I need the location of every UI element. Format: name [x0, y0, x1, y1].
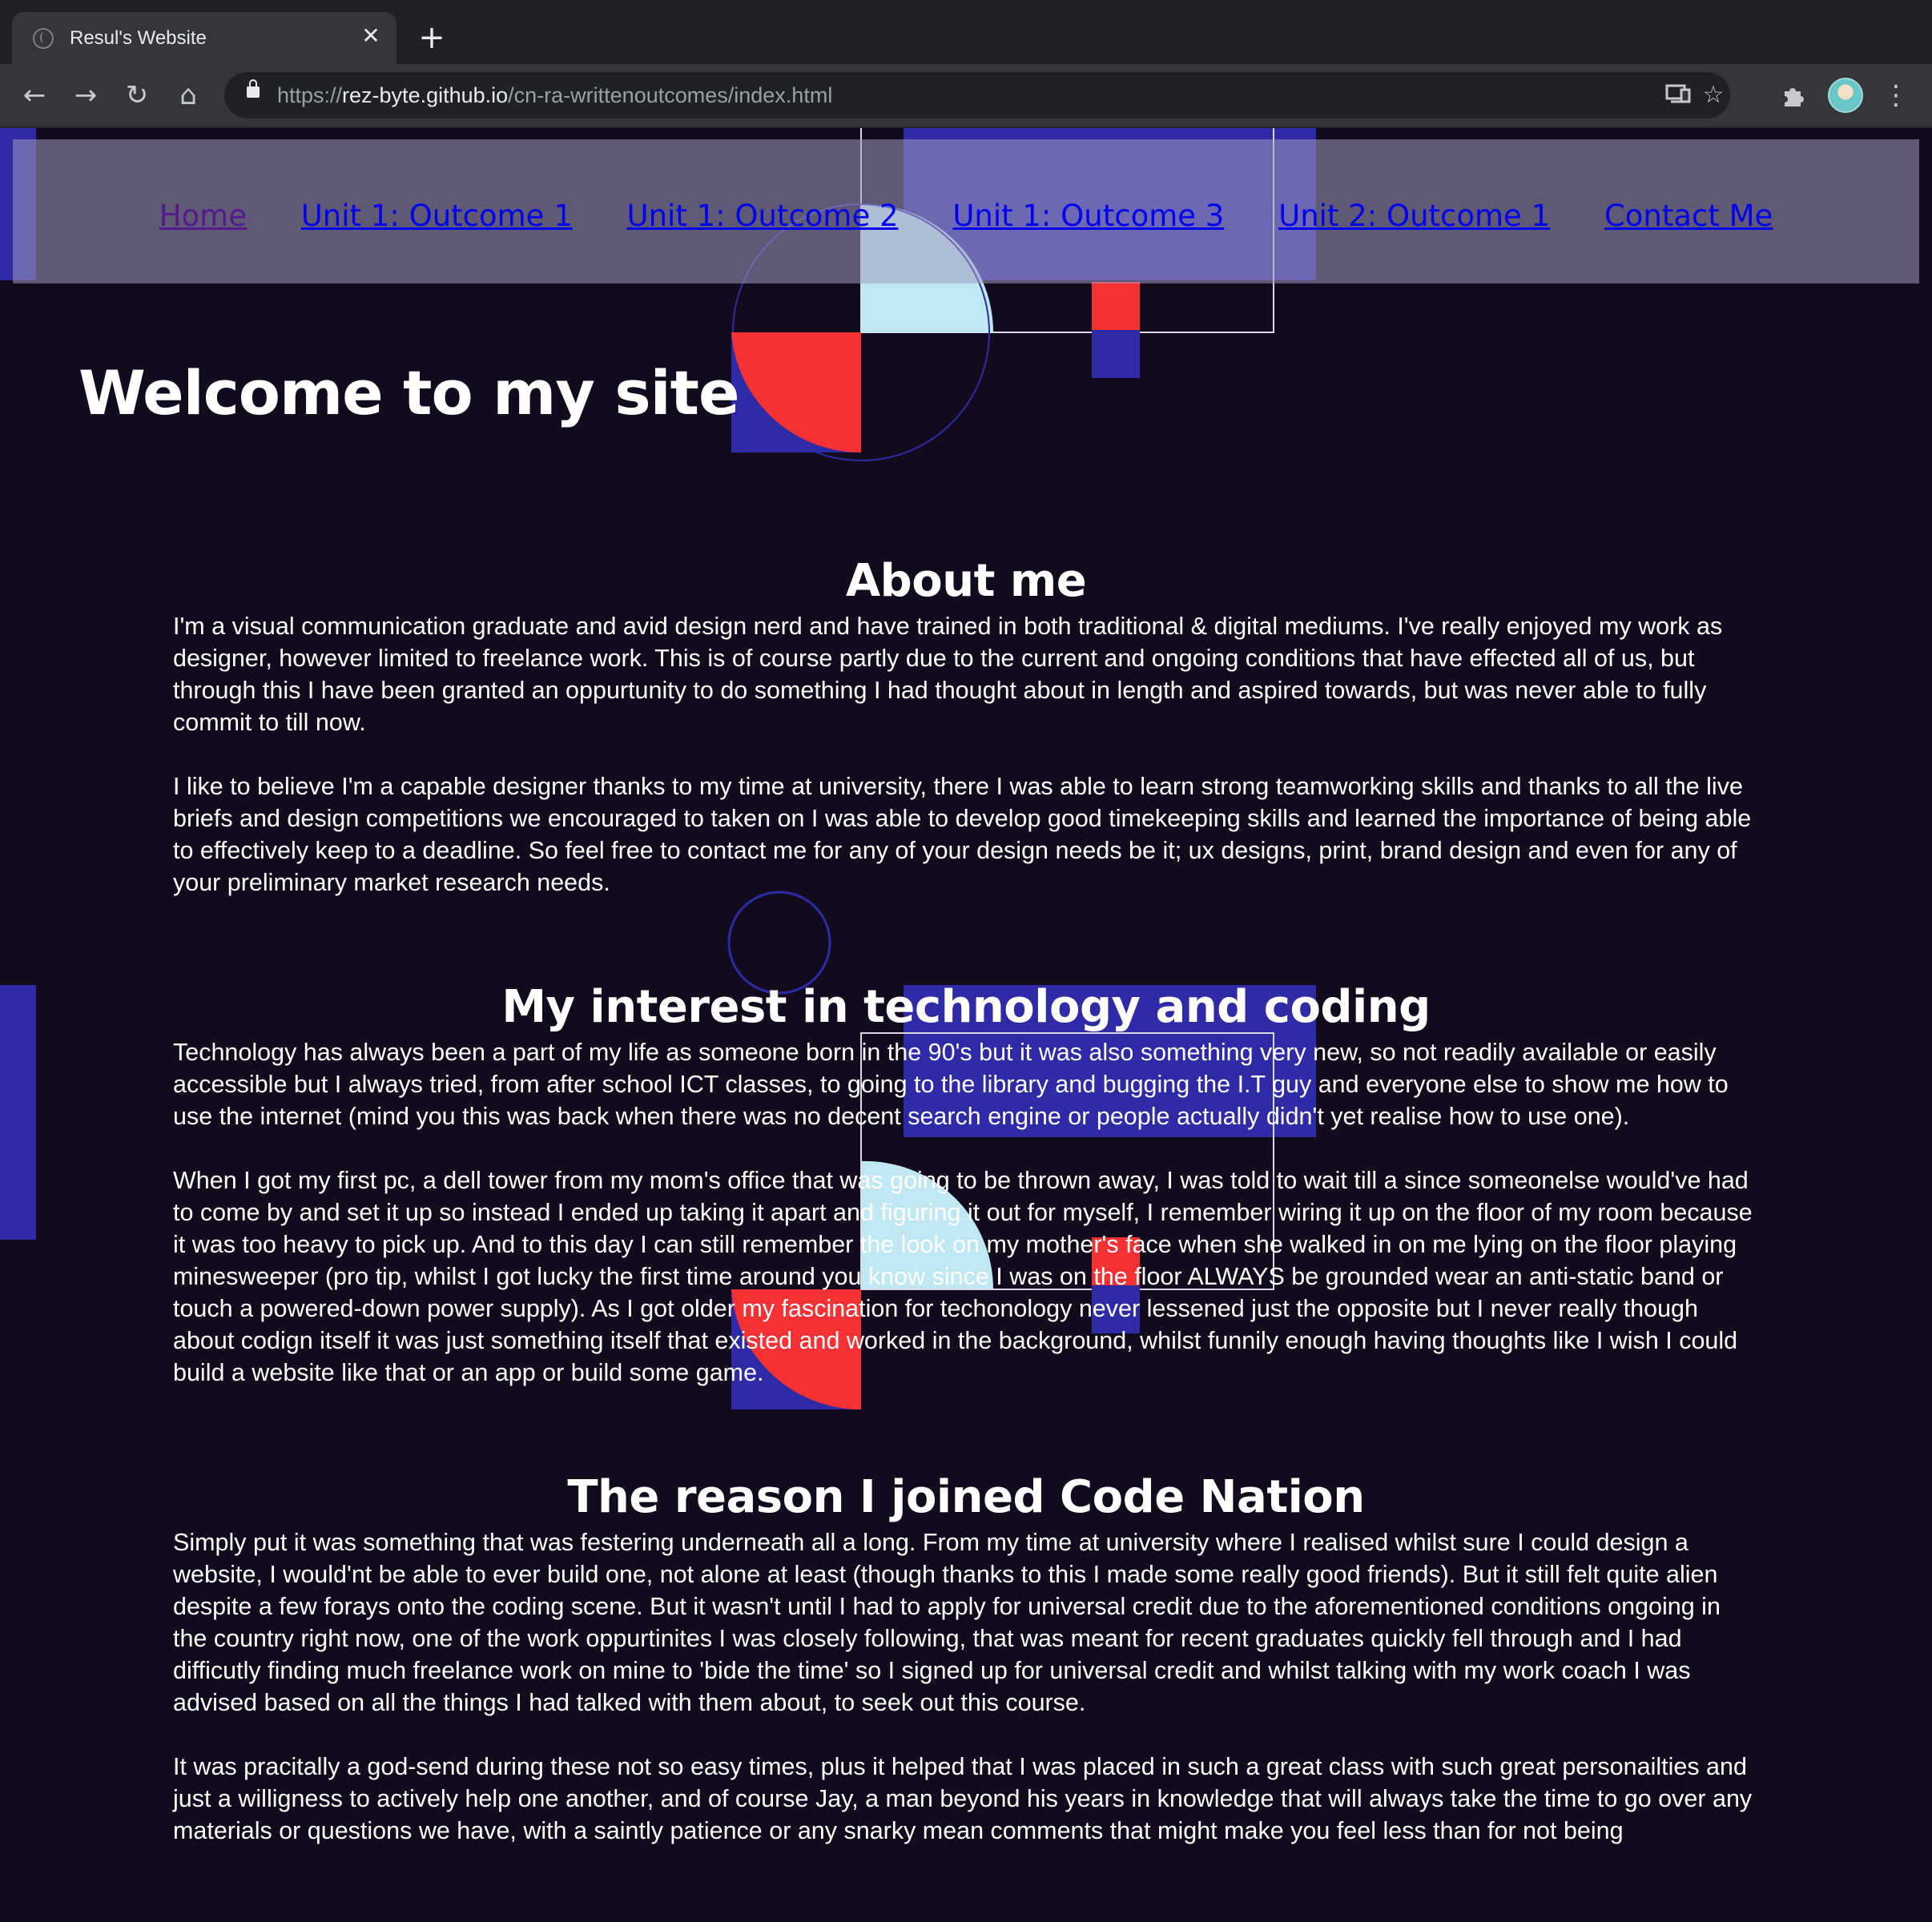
site-nav: Home Unit 1: Outcome 1 Unit 1: Outcome 2… — [13, 139, 1919, 283]
deco-square-blue — [1092, 330, 1140, 378]
page-viewport: Home Unit 1: Outcome 1 Unit 1: Outcome 2… — [0, 128, 1932, 1922]
url-host: rez-byte.github.io — [342, 83, 509, 107]
tab-title: Resul's Website — [70, 27, 207, 49]
nav-link-unit1-outcome2[interactable]: Unit 1: Outcome 2 — [627, 199, 899, 233]
paragraph: Technology has always been a part of my … — [173, 1039, 1729, 1130]
star-icon[interactable]: ☆ — [1698, 80, 1729, 111]
section-title: My interest in technology and coding — [501, 981, 1431, 1033]
main-content: About me I'm a visual communication grad… — [173, 553, 1759, 1847]
url-text[interactable]: https://rez-byte.github.io/cn-ra-written… — [277, 82, 832, 109]
nav-link-unit1-outcome3[interactable]: Unit 1: Outcome 3 — [952, 199, 1224, 233]
section-code-nation: The reason I joined Code Nation Simply p… — [173, 1469, 1759, 1847]
avatar[interactable] — [1828, 78, 1863, 113]
paragraph: I'm a visual communication graduate and … — [173, 613, 1723, 736]
reload-icon[interactable]: ↻ — [117, 75, 157, 115]
address-bar[interactable]: https://rez-byte.github.io/cn-ra-written… — [224, 72, 1730, 119]
nav-link-unit1-outcome1[interactable]: Unit 1: Outcome 1 — [301, 199, 573, 233]
section-interest: My interest in technology and coding Tec… — [173, 979, 1759, 1389]
lock-icon[interactable] — [247, 79, 260, 98]
url-path: /cn-ra-writtenoutcomes/index.html — [508, 83, 833, 107]
paragraph: Simply put it was something that was fes… — [173, 1529, 1721, 1716]
plus-icon[interactable]: + — [413, 19, 450, 56]
back-icon[interactable]: ← — [14, 75, 54, 115]
globe-icon — [33, 28, 54, 49]
browser-tab[interactable]: Resul's Website ✕ — [12, 12, 396, 64]
paragraph: It was pracitally a god-send during thes… — [173, 1753, 1753, 1844]
deco-square-red — [1092, 282, 1140, 330]
section-about: About me I'm a visual communication grad… — [173, 553, 1759, 899]
deco-strip-middle — [0, 985, 36, 1240]
nav-link-home[interactable]: Home — [159, 199, 247, 233]
browser-tabstrip: Resul's Website ✕ + — [0, 0, 1932, 64]
section-title: The reason I joined Code Nation — [567, 1471, 1365, 1523]
nav-link-contact[interactable]: Contact Me — [1604, 199, 1773, 233]
close-icon[interactable]: ✕ — [356, 22, 385, 50]
extensions-icon[interactable] — [1773, 75, 1813, 115]
paragraph: I like to believe I'm a capable designer… — [173, 773, 1752, 896]
section-title: About me — [845, 555, 1087, 607]
browser-toolbar: ← → ↻ ⌂ https://rez-byte.github.io/cn-ra… — [0, 64, 1932, 128]
forward-icon[interactable]: → — [66, 75, 106, 115]
nav-link-unit2-outcome1[interactable]: Unit 2: Outcome 1 — [1278, 199, 1550, 233]
url-scheme: https:// — [277, 83, 343, 107]
page-title: Welcome to my site — [78, 357, 740, 428]
cast-icon[interactable] — [1663, 80, 1693, 111]
menu-icon[interactable]: ⋮ — [1876, 75, 1916, 115]
paragraph: When I got my first pc, a dell tower fro… — [173, 1167, 1753, 1386]
home-icon[interactable]: ⌂ — [168, 75, 208, 115]
